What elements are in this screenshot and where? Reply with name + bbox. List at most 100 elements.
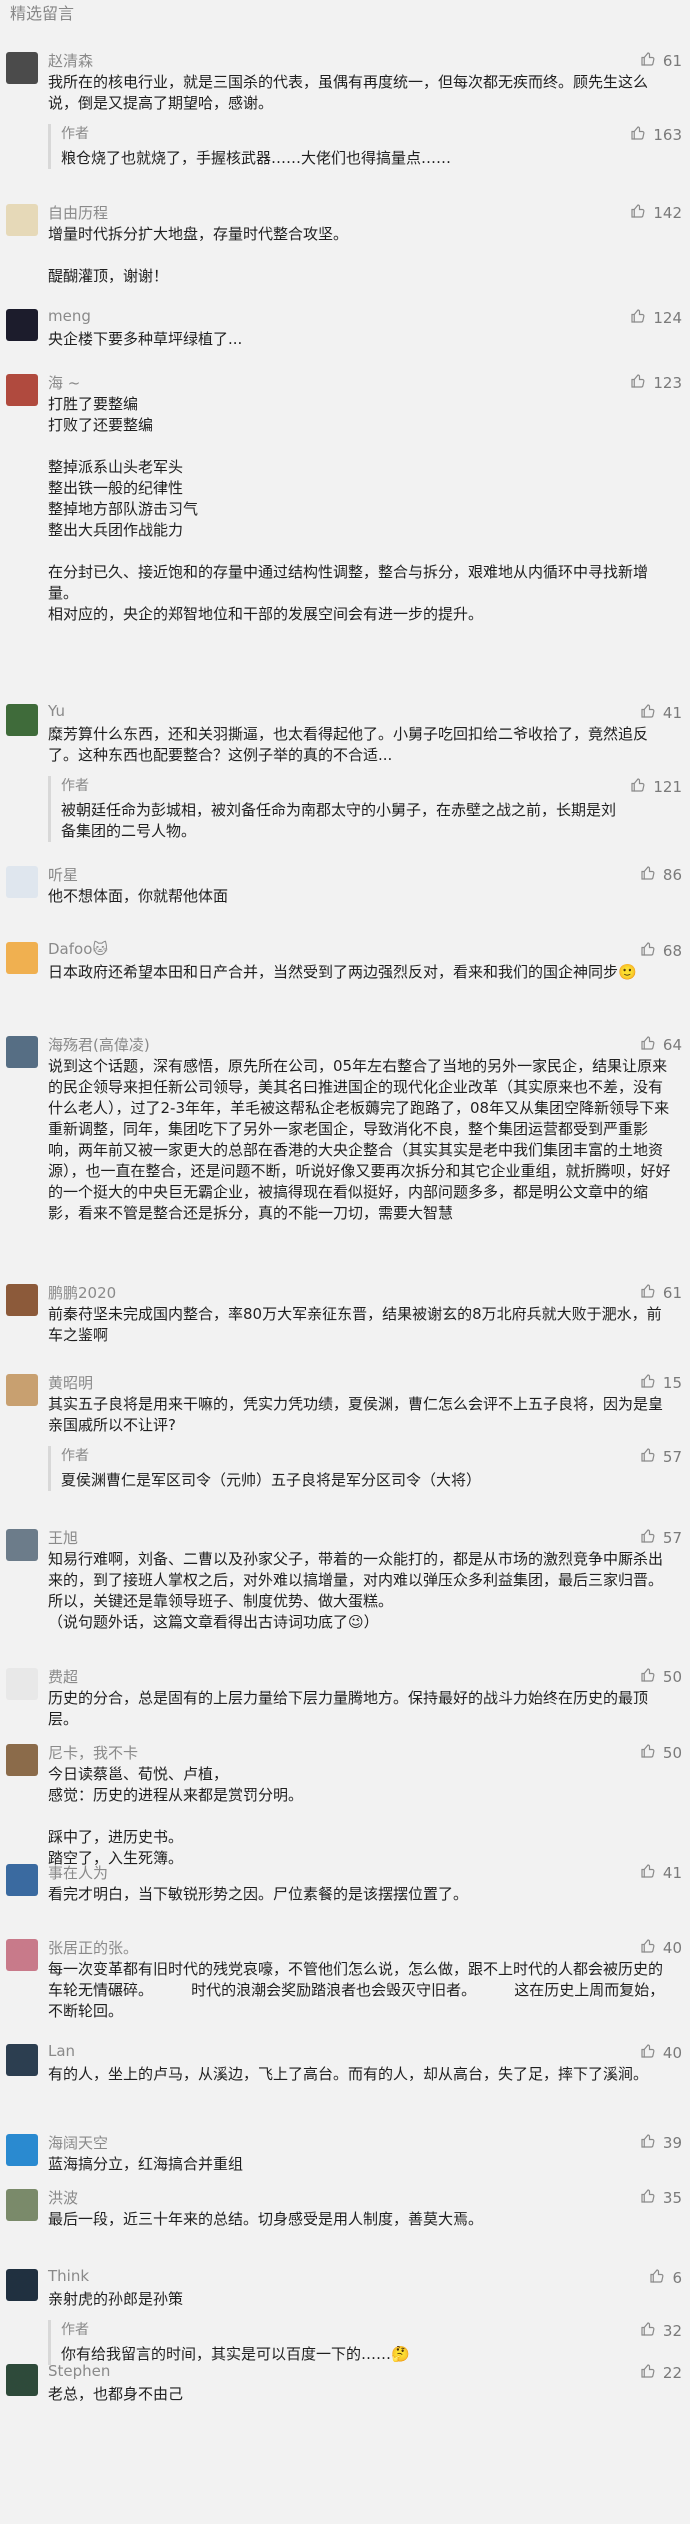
reply-like-button[interactable]: 121 bbox=[629, 776, 682, 798]
avatar[interactable] bbox=[6, 942, 38, 974]
like-button[interactable]: 61 bbox=[639, 50, 682, 72]
thumbs-up-icon bbox=[639, 50, 657, 72]
reply-author-label: 作者 bbox=[61, 2322, 89, 2338]
reply-like-count: 57 bbox=[662, 1448, 682, 1466]
thumbs-up-icon bbox=[648, 2267, 666, 2289]
comment-author: 海 ~ bbox=[48, 374, 81, 392]
thumbs-up-icon bbox=[639, 1446, 657, 1468]
like-button[interactable]: 22 bbox=[639, 2362, 682, 2384]
thumbs-up-icon bbox=[639, 864, 657, 886]
like-count: 142 bbox=[653, 204, 682, 222]
avatar[interactable] bbox=[6, 1939, 38, 1971]
like-count: 35 bbox=[662, 2189, 682, 2207]
comment-author: 自由历程 bbox=[48, 204, 109, 222]
like-count: 57 bbox=[662, 1529, 682, 1547]
avatar[interactable] bbox=[6, 1374, 38, 1406]
like-button[interactable]: 50 bbox=[639, 1666, 682, 1688]
comment-item: 鹏鹏2020 61 前秦苻坚未完成国内整合，率80万大军亲征东晋，结果被谢玄的8万北… bbox=[0, 1280, 690, 1366]
like-count: 50 bbox=[662, 1744, 682, 1762]
comment-item: 自由历程 142 增量时代拆分扩大地盘，存量时代整合攻坚。 醍醐灌顶，谢谢！ bbox=[0, 200, 690, 300]
comment-text: 有的人，坐上的卢马，从溪边，飞上了高台。而有的人，却从高台，失了足，摔下了溪涧。 bbox=[48, 2065, 649, 2083]
avatar[interactable] bbox=[6, 204, 38, 236]
comment-author: 洪波 bbox=[48, 2189, 79, 2207]
avatar[interactable] bbox=[6, 1864, 38, 1896]
thumbs-up-icon bbox=[639, 2320, 657, 2342]
comment-text: 老总，也都身不由己 bbox=[48, 2385, 184, 2403]
avatar[interactable] bbox=[6, 309, 38, 341]
avatar[interactable] bbox=[6, 704, 38, 736]
reply-author-label: 作者 bbox=[61, 126, 89, 142]
avatar[interactable] bbox=[6, 1668, 38, 1700]
reply-like-button[interactable]: 57 bbox=[639, 1446, 682, 1468]
comment-text: 最后一段，近三十年来的总结。切身感受是用人制度，善莫大焉。 bbox=[48, 2210, 484, 2228]
avatar[interactable] bbox=[6, 2269, 38, 2301]
comment-text: 知易行难啊，刘备、二曹以及孙家父子，带着的一众能打的，都是从市场的激烈竞争中厮杀… bbox=[48, 1550, 664, 1631]
reply-like-button[interactable]: 163 bbox=[629, 124, 682, 146]
comment-text: 其实五子良将是用来干嘛的，凭实力凭功绩，夏侯渊，曹仁怎么会评不上五子良将，因为是… bbox=[48, 1395, 664, 1434]
comment-text: 他不想体面，你就帮他体面 bbox=[48, 887, 229, 905]
comment-text: 前秦苻坚未完成国内整合，率80万大军亲征东晋，结果被谢玄的8万北府兵就大败于淝水… bbox=[48, 1305, 662, 1344]
thumbs-up-icon bbox=[629, 372, 647, 394]
like-button[interactable]: 41 bbox=[639, 1862, 682, 1884]
like-button[interactable]: 50 bbox=[639, 1742, 682, 1764]
comment-text: 央企楼下要多种草坪绿植了... bbox=[48, 330, 243, 348]
comment-item: 王旭 57 知易行难啊，刘备、二曹以及孙家父子，带着的一众能打的，都是从市场的激烈竞… bbox=[0, 1525, 690, 1661]
reply-like-button[interactable]: 32 bbox=[639, 2320, 682, 2342]
avatar[interactable] bbox=[6, 1036, 38, 1068]
like-button[interactable]: 64 bbox=[639, 1034, 682, 1056]
like-button[interactable]: 35 bbox=[639, 2187, 682, 2209]
reply-text: 被朝廷任命为彭城相，被刘备任命为南郡太守的小舅子，在赤壁之战之前，长期是刘备集团… bbox=[61, 801, 617, 840]
like-button[interactable]: 142 bbox=[629, 202, 682, 224]
like-button[interactable]: 41 bbox=[639, 702, 682, 724]
comment-author: 张居正的张。 bbox=[48, 1939, 139, 1957]
like-count: 123 bbox=[653, 374, 682, 392]
thumbs-up-icon bbox=[629, 124, 647, 146]
like-count: 40 bbox=[662, 2044, 682, 2062]
like-button[interactable]: 86 bbox=[639, 864, 682, 886]
like-button[interactable]: 124 bbox=[629, 307, 682, 329]
comment-author: 听星 bbox=[48, 866, 79, 884]
like-button[interactable]: 61 bbox=[639, 1282, 682, 1304]
thumbs-up-icon bbox=[629, 307, 647, 329]
comment-author: 黄昭明 bbox=[48, 1374, 94, 1392]
like-button[interactable]: 40 bbox=[639, 2042, 682, 2064]
like-count: 124 bbox=[653, 309, 682, 327]
comment-author: Yu bbox=[48, 702, 65, 720]
reply-text: 粮仓烧了也就烧了，手握核武器……大佬们也得搞量点…… bbox=[61, 149, 452, 167]
like-button[interactable]: 40 bbox=[639, 1937, 682, 1959]
author-reply: 作者 被朝廷任命为彭城相，被刘备任命为南郡太守的小舅子，在赤壁之战之前，长期是刘备… bbox=[48, 776, 630, 842]
like-button[interactable]: 6 bbox=[648, 2267, 682, 2289]
like-count: 41 bbox=[662, 704, 682, 722]
comment-text: 每一次变革都有旧时代的残党哀嚎，不管他们怎么说，怎么做，跟不上时代的人都会被历史… bbox=[48, 1960, 665, 2020]
comment-item: 尼卡，我不卡 50 今日读蔡邕、荀悦、卢植， 感觉：历史的进程从来都是赏罚分明。 踩… bbox=[0, 1740, 690, 1867]
comment-author: 尼卡，我不卡 bbox=[48, 1744, 139, 1762]
like-button[interactable]: 68 bbox=[639, 940, 682, 962]
thumbs-up-icon bbox=[629, 202, 647, 224]
comment-author: Stephen bbox=[48, 2362, 111, 2380]
avatar[interactable] bbox=[6, 2044, 38, 2076]
thumbs-up-icon bbox=[639, 1742, 657, 1764]
comment-text: 我所在的核电行业，就是三国杀的代表，虽偶有再度统一，但每次都无疾而终。顾先生这么… bbox=[48, 73, 649, 112]
like-button[interactable]: 15 bbox=[639, 1372, 682, 1394]
comment-item: 海 ~ 123 打胜了要整编 打败了还要整编 整掉派系山头老军头 整出铁一般的纪律性… bbox=[0, 370, 690, 696]
like-button[interactable]: 57 bbox=[639, 1527, 682, 1549]
thumbs-up-icon bbox=[639, 2042, 657, 2064]
avatar[interactable] bbox=[6, 2134, 38, 2166]
avatar[interactable] bbox=[6, 1284, 38, 1316]
section-title: 精选留言 bbox=[10, 4, 75, 23]
avatar[interactable] bbox=[6, 52, 38, 84]
avatar[interactable] bbox=[6, 2364, 38, 2396]
thumbs-up-icon bbox=[639, 1034, 657, 1056]
comment-author: 海阔天空 bbox=[48, 2134, 109, 2152]
comment-item: 张居正的张。 40 每一次变革都有旧时代的残党哀嚎，不管他们怎么说，怎么做，跟不上时… bbox=[0, 1935, 690, 2035]
reply-like-count: 163 bbox=[653, 126, 682, 144]
avatar[interactable] bbox=[6, 2189, 38, 2221]
avatar[interactable] bbox=[6, 374, 38, 406]
avatar[interactable] bbox=[6, 1529, 38, 1561]
avatar[interactable] bbox=[6, 1744, 38, 1776]
avatar[interactable] bbox=[6, 866, 38, 898]
like-count: 15 bbox=[662, 1374, 682, 1392]
like-button[interactable]: 123 bbox=[629, 372, 682, 394]
thumbs-up-icon bbox=[629, 776, 647, 798]
like-button[interactable]: 39 bbox=[639, 2132, 682, 2154]
